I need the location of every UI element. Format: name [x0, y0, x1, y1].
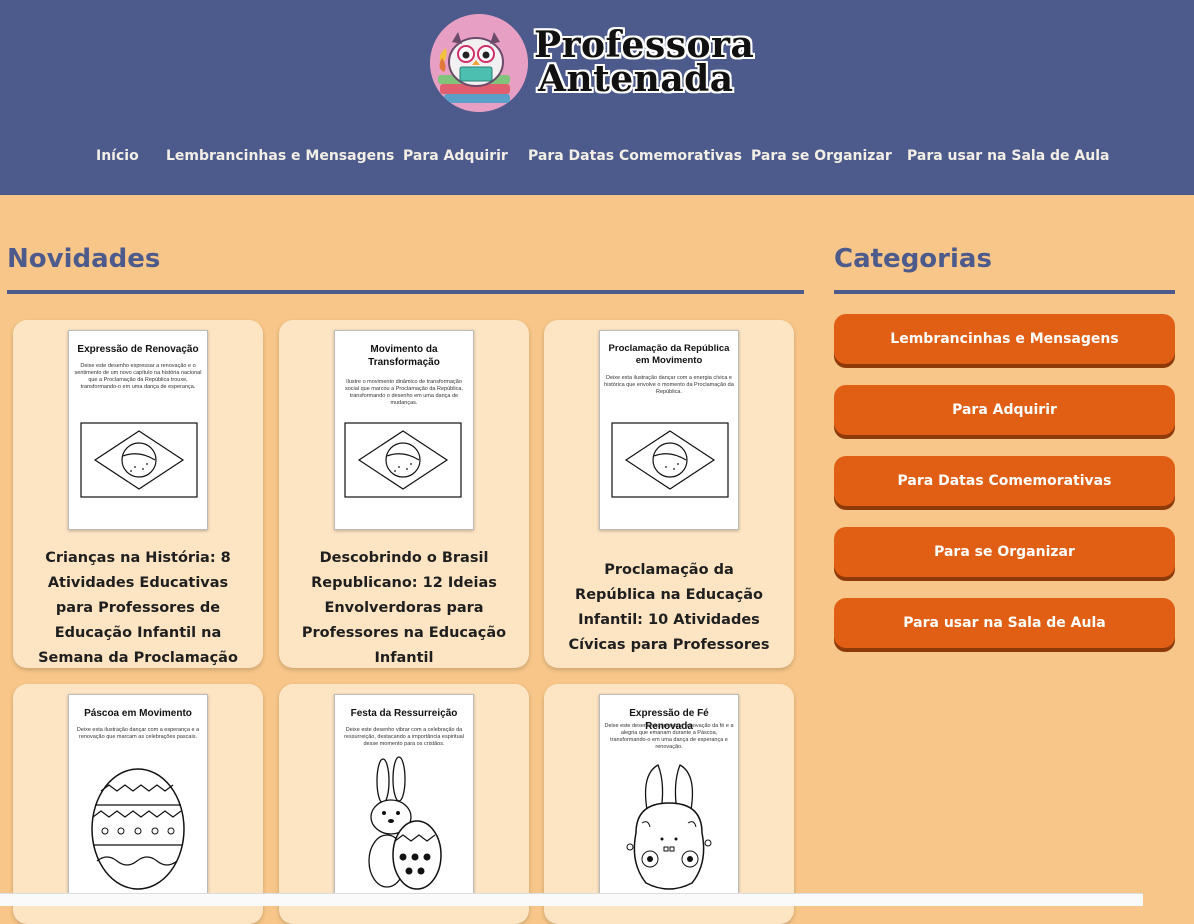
post-thumbnail[interactable]: Expressão de Fé Renovada Deixe este dese…: [599, 694, 739, 894]
brazil-flag-icon: [611, 422, 729, 498]
post-title[interactable]: Proclamação da República na Educação Inf…: [562, 558, 776, 658]
site-header: Professora Antenada Início Lembrancinhas…: [0, 0, 1194, 195]
brazil-flag-icon: [344, 422, 462, 498]
post-card[interactable]: Expressão de Renovação Deixe este desenh…: [13, 320, 263, 668]
category-button-datas-comemorativas[interactable]: Para Datas Comemorativas: [834, 456, 1175, 506]
bunny-with-egg-icon: [368, 756, 442, 890]
section-title-categorias: Categorias: [834, 244, 992, 274]
thumbnail-description: Deixe esta ilustração dançar com a esper…: [76, 727, 200, 740]
category-button-lembrancinhas[interactable]: Lembrancinhas e Mensagens: [834, 314, 1175, 364]
thumbnail-description: Deixe este desenho vibrar com a celebraç…: [344, 727, 464, 747]
nav-item-para-se-organizar[interactable]: Para se Organizar: [751, 148, 892, 164]
bottom-banner: [0, 893, 1143, 906]
main-nav: Início Lembrancinhas e Mensagens Para Ad…: [0, 148, 1194, 172]
thumbnail-title: Páscoa em Movimento: [84, 708, 192, 719]
decorated-bunny-icon: [626, 764, 712, 890]
post-card[interactable]: Proclamação da República em Movimento De…: [544, 320, 794, 668]
brazil-flag-icon: [80, 422, 198, 498]
thumbnail-description: Ilustre o movimento dinâmico de transfor…: [344, 379, 463, 406]
thumbnail-title: Festa da Ressurreição: [350, 708, 458, 719]
nav-item-para-adquirir[interactable]: Para Adquirir: [403, 148, 508, 164]
post-title[interactable]: Crianças na História: 8 Atividades Educa…: [31, 546, 245, 668]
post-thumbnail[interactable]: Expressão de Renovação Deixe este desenh…: [68, 330, 208, 530]
thumbnail-title: Movimento da Transformação: [368, 344, 440, 368]
post-card[interactable]: Festa da Ressurreição Deixe este desenho…: [279, 684, 529, 924]
thumbnail-description: Deixe este desenho expressar a renovação…: [74, 363, 202, 390]
category-button-para-se-organizar[interactable]: Para se Organizar: [834, 527, 1175, 577]
logo-line-1: Professora: [534, 24, 755, 66]
thumbnail-description: Deixe este desenho expressar a renovação…: [604, 723, 734, 750]
category-button-para-adquirir[interactable]: Para Adquirir: [834, 385, 1175, 435]
post-thumbnail[interactable]: Movimento da Transformação Ilustre o mov…: [334, 330, 474, 530]
easter-egg-icon: [91, 768, 185, 890]
post-thumbnail[interactable]: Proclamação da República em Movimento De…: [599, 330, 739, 530]
owl-logo-icon: [430, 14, 528, 112]
sidebar-divider: [834, 290, 1175, 294]
thumbnail-title: Proclamação da República em Movimento: [608, 343, 730, 366]
section-divider: [7, 290, 804, 294]
nav-item-inicio[interactable]: Início: [96, 148, 139, 164]
post-thumbnail[interactable]: Festa da Ressurreição Deixe este desenho…: [334, 694, 474, 894]
nav-item-datas-comemorativas[interactable]: Para Datas Comemorativas: [528, 148, 742, 164]
post-card[interactable]: Expressão de Fé Renovada Deixe este dese…: [544, 684, 794, 924]
thumbnail-description: Deixe esta ilustração dançar com a energ…: [604, 375, 734, 395]
post-title[interactable]: Descobrindo o Brasil Republicano: 12 Ide…: [297, 546, 511, 668]
nav-item-lembrancinhas[interactable]: Lembrancinhas e Mensagens: [166, 148, 394, 164]
site-logo[interactable]: Professora Antenada: [430, 12, 760, 116]
category-button-sala-de-aula[interactable]: Para usar na Sala de Aula: [834, 598, 1175, 648]
post-thumbnail[interactable]: Páscoa em Movimento Deixe esta ilustraçã…: [68, 694, 208, 894]
thumbnail-title: Expressão de Renovação: [77, 344, 199, 355]
section-title-novidades: Novidades: [7, 244, 161, 274]
nav-item-sala-de-aula[interactable]: Para usar na Sala de Aula: [907, 148, 1109, 164]
logo-wordmark: Professora Antenada: [534, 24, 755, 100]
post-card[interactable]: Movimento da Transformação Ilustre o mov…: [279, 320, 529, 668]
logo-line-2: Antenada: [538, 58, 734, 100]
post-card[interactable]: Páscoa em Movimento Deixe esta ilustraçã…: [13, 684, 263, 924]
